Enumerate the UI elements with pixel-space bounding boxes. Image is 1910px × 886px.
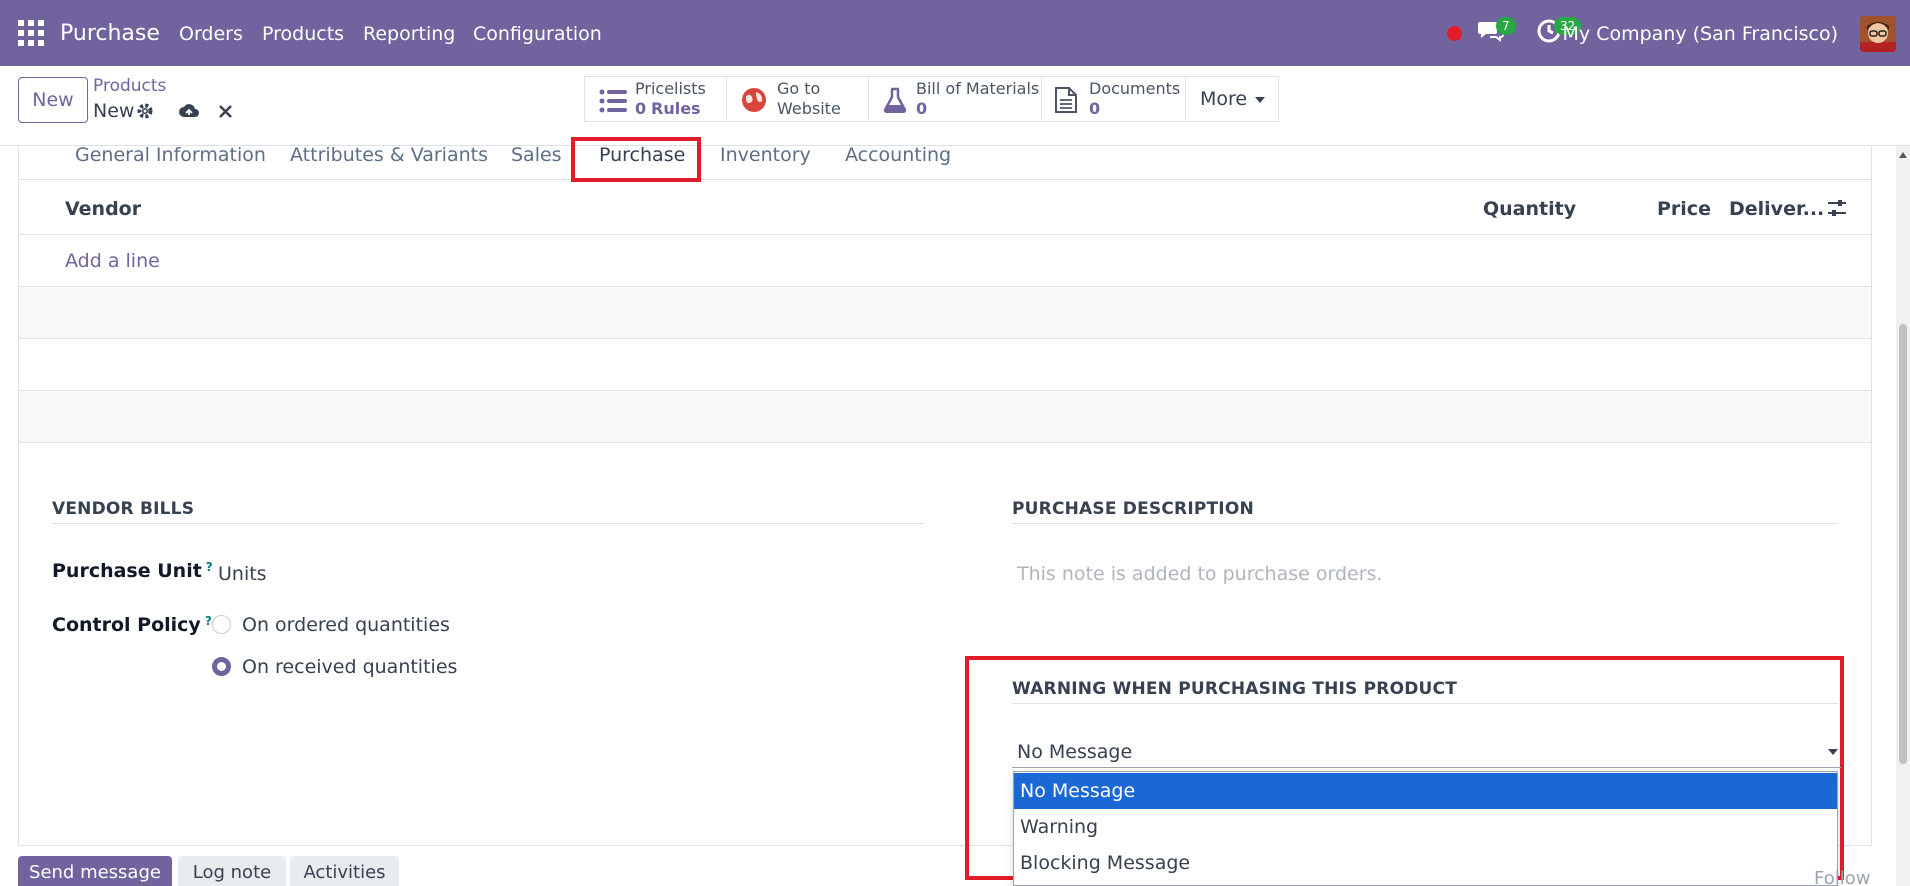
app-name[interactable]: Purchase xyxy=(60,0,160,68)
scroll-up-arrow-icon[interactable] xyxy=(1899,152,1907,158)
go-to-label: Go to xyxy=(777,79,821,98)
radio-received-quantities[interactable] xyxy=(212,657,231,676)
documents-smart-button[interactable]: Documents 0 xyxy=(1041,76,1186,122)
optional-columns-toggle-icon[interactable] xyxy=(1827,199,1847,221)
column-quantity[interactable]: Quantity xyxy=(1483,198,1576,220)
go-to-website-smart-button[interactable]: Go to Website xyxy=(726,76,869,122)
app-menu-grid-icon[interactable] xyxy=(18,20,44,46)
purchase-unit-field[interactable]: Units xyxy=(218,563,267,585)
tab-attributes-variants[interactable]: Attributes & Variants xyxy=(290,144,488,166)
breadcrumb-products[interactable]: Products xyxy=(93,76,166,96)
document-icon xyxy=(1055,87,1077,113)
purchase-description-input[interactable]: This note is added to purchase orders. xyxy=(1017,563,1382,585)
vendor-bills-divider xyxy=(52,523,924,524)
pricelists-value-suffix: Rules xyxy=(651,99,701,118)
chevron-down-icon[interactable] xyxy=(1828,749,1838,755)
table-empty-row xyxy=(19,391,1871,442)
table-empty-row xyxy=(19,287,1871,338)
table-header-divider xyxy=(18,234,1872,235)
caret-down-icon xyxy=(1255,97,1265,103)
column-delivery[interactable]: Deliver... xyxy=(1729,198,1824,220)
pricelists-smart-button[interactable]: Pricelists 0 Rules xyxy=(584,76,727,122)
website-label: Website xyxy=(777,99,841,118)
globe-icon xyxy=(742,88,766,112)
purchase-warning-divider xyxy=(1012,703,1838,704)
pricelists-label: Pricelists xyxy=(635,79,706,98)
purchase-unit-help-icon[interactable]: ? xyxy=(206,560,213,574)
page-scrollbar[interactable] xyxy=(1896,146,1910,886)
purchase-warning-dropdown: No Message Warning Blocking Message xyxy=(1013,771,1838,886)
purchase-unit-label: Purchase Unit? xyxy=(52,560,213,582)
save-cloud-icon[interactable] xyxy=(178,102,200,124)
purchase-warning-title: WARNING WHEN PURCHASING THIS PRODUCT xyxy=(1012,679,1458,699)
tab-general-information[interactable]: General Information xyxy=(75,144,266,166)
purchase-warning-select[interactable]: No Message xyxy=(1017,741,1132,763)
pricelists-value: 0 xyxy=(635,99,647,118)
option-no-message[interactable]: No Message xyxy=(1014,773,1837,809)
documents-label: Documents xyxy=(1089,79,1181,98)
received-quantities-label[interactable]: On received quantities xyxy=(242,656,457,678)
table-row-divider xyxy=(18,442,1872,443)
ordered-quantities-label[interactable]: On ordered quantities xyxy=(242,614,450,636)
menu-configuration[interactable]: Configuration xyxy=(473,0,602,68)
documents-value: 0 xyxy=(1089,99,1101,118)
follow-button[interactable]: Follow xyxy=(1814,868,1870,886)
control-panel: New Products New Pricelists 0 Rules Go t… xyxy=(0,66,1910,146)
menu-orders[interactable]: Orders xyxy=(179,0,243,68)
add-a-line-link[interactable]: Add a line xyxy=(65,250,160,272)
company-switcher[interactable]: My Company (San Francisco) xyxy=(1563,0,1838,68)
activities-button[interactable]: Activities xyxy=(290,856,399,886)
column-price[interactable]: Price xyxy=(1657,198,1711,220)
control-policy-help-icon[interactable]: ? xyxy=(205,614,212,628)
purchase-tab-highlight xyxy=(571,137,701,182)
more-smart-button[interactable]: More xyxy=(1185,76,1279,122)
new-record-button[interactable]: New xyxy=(18,77,88,123)
flask-icon xyxy=(883,87,907,113)
list-icon xyxy=(599,89,627,113)
purchase-warning-select-underline xyxy=(1012,767,1841,768)
menu-reporting[interactable]: Reporting xyxy=(363,0,455,68)
breadcrumb-current: New xyxy=(93,100,135,122)
gear-icon[interactable] xyxy=(136,102,154,124)
log-note-button[interactable]: Log note xyxy=(178,856,286,886)
vendor-bills-title: VENDOR BILLS xyxy=(52,499,195,519)
column-vendor[interactable]: Vendor xyxy=(65,198,141,220)
menu-products[interactable]: Products xyxy=(262,0,344,68)
recording-dot-icon[interactable] xyxy=(1447,26,1462,41)
tab-sales[interactable]: Sales xyxy=(511,144,562,166)
more-label: More xyxy=(1200,88,1248,110)
bill-of-materials-smart-button[interactable]: Bill of Materials 0 xyxy=(868,76,1042,122)
purchase-description-title: PURCHASE DESCRIPTION xyxy=(1012,499,1254,519)
purchase-description-divider xyxy=(1012,523,1838,524)
discard-close-icon[interactable] xyxy=(218,104,233,123)
table-row-divider xyxy=(18,338,1872,339)
user-avatar[interactable] xyxy=(1860,16,1896,52)
top-navbar: Purchase Orders Products Reporting Confi… xyxy=(0,0,1910,66)
tab-inventory[interactable]: Inventory xyxy=(720,144,811,166)
tab-accounting[interactable]: Accounting xyxy=(845,144,951,166)
messages-count-badge: 7 xyxy=(1496,17,1516,35)
scrollbar-thumb[interactable] xyxy=(1899,324,1907,764)
radio-ordered-quantities[interactable] xyxy=(212,615,231,634)
bom-value: 0 xyxy=(916,99,928,118)
option-blocking-message[interactable]: Blocking Message xyxy=(1014,845,1837,881)
option-warning[interactable]: Warning xyxy=(1014,809,1837,845)
bom-label: Bill of Materials xyxy=(916,79,1040,98)
control-policy-label: Control Policy? xyxy=(52,614,212,636)
send-message-button[interactable]: Send message xyxy=(18,856,172,886)
